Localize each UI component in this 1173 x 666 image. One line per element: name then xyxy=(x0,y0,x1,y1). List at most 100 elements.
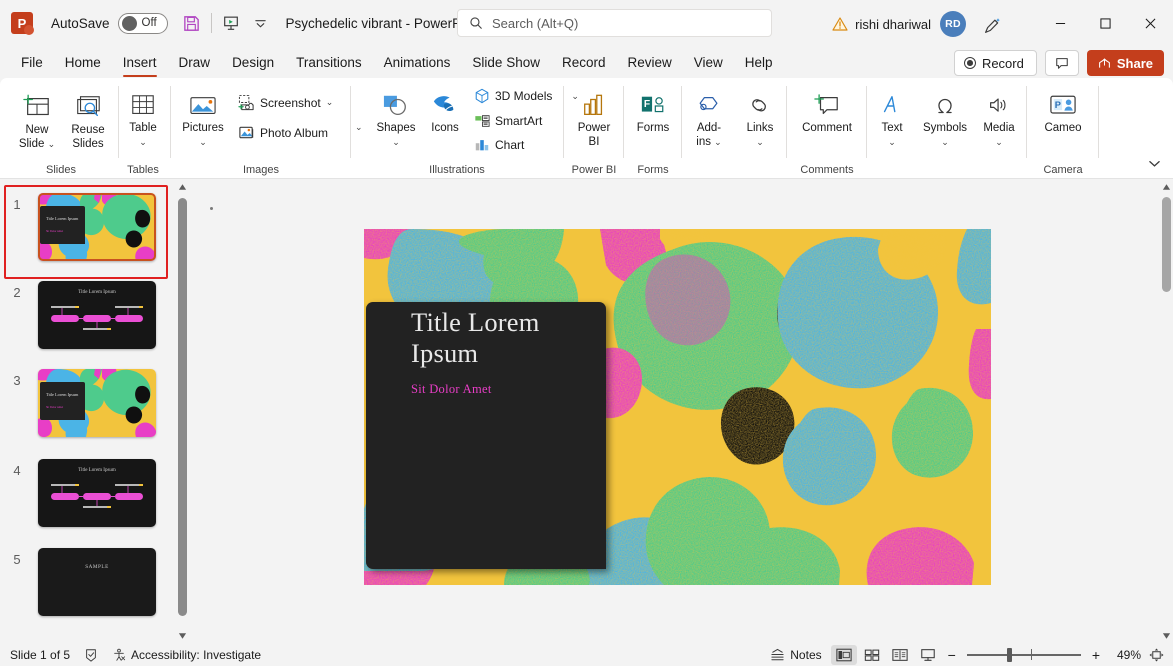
close-icon[interactable] xyxy=(1128,0,1173,46)
account-name: rishi dhariwal xyxy=(855,16,931,32)
group-label-forms: Forms xyxy=(637,164,669,176)
slide-thumb-image-5[interactable]: SAMPLE xyxy=(38,548,156,616)
warning-icon[interactable] xyxy=(832,16,848,32)
slide-thumb-image-2[interactable]: Title Lorem Ipsum xyxy=(38,281,156,349)
forms-button[interactable]: F Forms xyxy=(628,86,678,136)
slide-thumb-image-4[interactable]: Title Lorem Ipsum xyxy=(38,459,156,527)
tab-view[interactable]: View xyxy=(683,47,734,77)
search-box[interactable]: Search (Alt+Q) xyxy=(457,9,772,37)
thumb-title-text: Title Lorem Ipsum xyxy=(46,392,79,397)
group-label-power-bi: Power BI xyxy=(571,164,617,176)
account-area[interactable]: rishi dhariwal RD xyxy=(832,11,966,37)
slide-thumb-image-1[interactable]: Title Lorem Ipsum Sit Dolor Amet xyxy=(38,193,156,261)
powerpoint-logo-icon: P xyxy=(11,12,34,35)
customize-quick-access-toolbar-icon[interactable] xyxy=(246,8,276,38)
maximize-icon[interactable] xyxy=(1083,0,1128,46)
chevron-down-icon[interactable]: ⌄ xyxy=(355,123,363,132)
zoom-slider[interactable] xyxy=(963,645,1085,665)
scroll-thumb[interactable] xyxy=(1162,197,1171,292)
scroll-up-arrow-icon[interactable] xyxy=(176,179,189,195)
zoom-handle[interactable] xyxy=(1006,648,1012,662)
slide-show-button[interactable] xyxy=(915,645,941,665)
ribbon-group-images: Pictures ⌄ Screenshot ⌄ Photo Album Image… xyxy=(174,78,348,179)
new-slide-button[interactable]: New Slide ⌄ xyxy=(12,86,62,151)
slide-panel-scrollbar[interactable] xyxy=(176,179,189,644)
add-ins-button[interactable]: Add-ins ⌄ xyxy=(684,86,734,149)
slide-number-1: 1 xyxy=(13,197,21,212)
shapes-label: Shapes ⌄ xyxy=(376,122,416,147)
tab-design[interactable]: Design xyxy=(221,47,285,77)
links-button[interactable]: Links ⌄ xyxy=(735,86,785,149)
zoom-in-button[interactable]: + xyxy=(1087,644,1105,666)
save-icon[interactable] xyxy=(177,8,207,38)
slide-thumb-image-3[interactable]: Title Lorem Ipsum Sit Dolor Amet xyxy=(38,369,156,437)
slide-thumb-5[interactable]: 5 SAMPLE xyxy=(8,548,156,616)
slide-sorter-button[interactable] xyxy=(859,645,885,665)
cameo-button[interactable]: P Cameo xyxy=(1033,86,1093,136)
toggle-knob xyxy=(121,15,137,31)
screenshot-button[interactable]: Screenshot ⌄ xyxy=(234,92,337,113)
chart-icon xyxy=(475,140,489,151)
start-presentation-icon[interactable] xyxy=(216,8,246,38)
chevron-down-icon[interactable]: ⌄ xyxy=(326,98,334,107)
share-button[interactable]: Share xyxy=(1086,50,1164,76)
tab-transitions[interactable]: Transitions xyxy=(285,47,373,77)
tab-review[interactable]: Review xyxy=(617,47,683,77)
media-button[interactable]: Media ⌄ xyxy=(975,86,1023,149)
record-button[interactable]: Record xyxy=(953,50,1037,76)
shapes-button[interactable]: Shapes ⌄ xyxy=(370,86,422,149)
comments-button[interactable] xyxy=(1044,50,1079,76)
autosave-toggle[interactable]: Off xyxy=(117,12,168,34)
pictures-button[interactable]: Pictures ⌄ xyxy=(176,86,230,149)
slide-thumb-2[interactable]: 2 Title Lorem Ipsum xyxy=(8,281,156,349)
group-divider xyxy=(623,86,624,158)
comment-button[interactable]: Comment xyxy=(793,86,861,136)
tab-slide-show[interactable]: Slide Show xyxy=(461,47,551,77)
tab-animations[interactable]: Animations xyxy=(373,47,462,77)
slide-thumbnail-panel[interactable]: 1 Title Lorem Ipsum Sit Dolor Amet 2 Tit… xyxy=(0,179,176,644)
normal-view-button[interactable] xyxy=(830,645,857,665)
zoom-out-button[interactable]: − xyxy=(943,644,961,666)
fit-slide-icon xyxy=(1149,648,1163,662)
avatar[interactable]: RD xyxy=(940,11,966,37)
share-arrow-icon xyxy=(1098,57,1110,68)
slide-thumb-4[interactable]: 4 Title Lorem Ipsum xyxy=(8,459,156,527)
symbols-button[interactable]: Symbols ⌄ xyxy=(916,86,974,149)
tab-home[interactable]: Home xyxy=(54,47,112,77)
chart-button[interactable]: Chart xyxy=(470,135,528,155)
slide-counter-label: Slide 1 of 5 xyxy=(10,648,71,662)
icons-button[interactable]: Icons xyxy=(422,86,468,136)
tab-record[interactable]: Record xyxy=(551,47,617,77)
add-ins-label: Add-ins ⌄ xyxy=(696,122,722,148)
tab-draw[interactable]: Draw xyxy=(168,47,222,77)
tab-help[interactable]: Help xyxy=(734,47,784,77)
fit-slide-button[interactable] xyxy=(1143,645,1169,665)
spellcheck-button[interactable] xyxy=(77,644,105,666)
pen-ink-icon[interactable] xyxy=(977,11,1007,41)
accessibility-button[interactable]: Accessibility: Investigate xyxy=(105,644,268,666)
smartart-button[interactable]: SmartArt xyxy=(470,111,546,131)
slide-thumb-1[interactable]: 1 Title Lorem Ipsum Sit Dolor Amet xyxy=(8,193,156,261)
minimize-icon[interactable] xyxy=(1038,0,1083,46)
slide-counter[interactable]: Slide 1 of 5 xyxy=(3,644,77,666)
scroll-down-arrow-icon[interactable] xyxy=(176,628,189,644)
tab-file[interactable]: File xyxy=(10,47,54,77)
scroll-up-arrow-icon[interactable] xyxy=(1160,179,1173,195)
text-button[interactable]: Text ⌄ xyxy=(869,86,915,149)
scroll-down-arrow-icon[interactable] xyxy=(1160,628,1173,644)
photo-album-button[interactable]: Photo Album xyxy=(234,122,332,143)
slide-editor-area[interactable]: Title Lorem Ipsum Sit Dolor Amet xyxy=(196,179,1159,644)
tab-insert[interactable]: Insert xyxy=(112,47,168,77)
slide-thumb-3[interactable]: 3 Title Lorem Ipsum Sit Dolor Amet xyxy=(8,369,156,437)
power-bi-button[interactable]: Power BI xyxy=(569,86,619,149)
scroll-thumb[interactable] xyxy=(178,198,187,616)
reuse-slides-button[interactable]: Reuse Slides xyxy=(63,86,113,151)
zoom-percent[interactable]: 49% xyxy=(1107,648,1141,662)
reading-view-button[interactable] xyxy=(887,645,913,665)
notes-button[interactable]: Notes xyxy=(763,644,828,666)
collapse-ribbon-icon[interactable] xyxy=(1143,154,1165,172)
editor-scrollbar[interactable] xyxy=(1160,179,1173,644)
table-button[interactable]: Table ⌄ xyxy=(122,86,164,149)
accessibility-icon xyxy=(114,648,126,661)
current-slide[interactable]: Title Lorem Ipsum Sit Dolor Amet xyxy=(364,229,991,585)
